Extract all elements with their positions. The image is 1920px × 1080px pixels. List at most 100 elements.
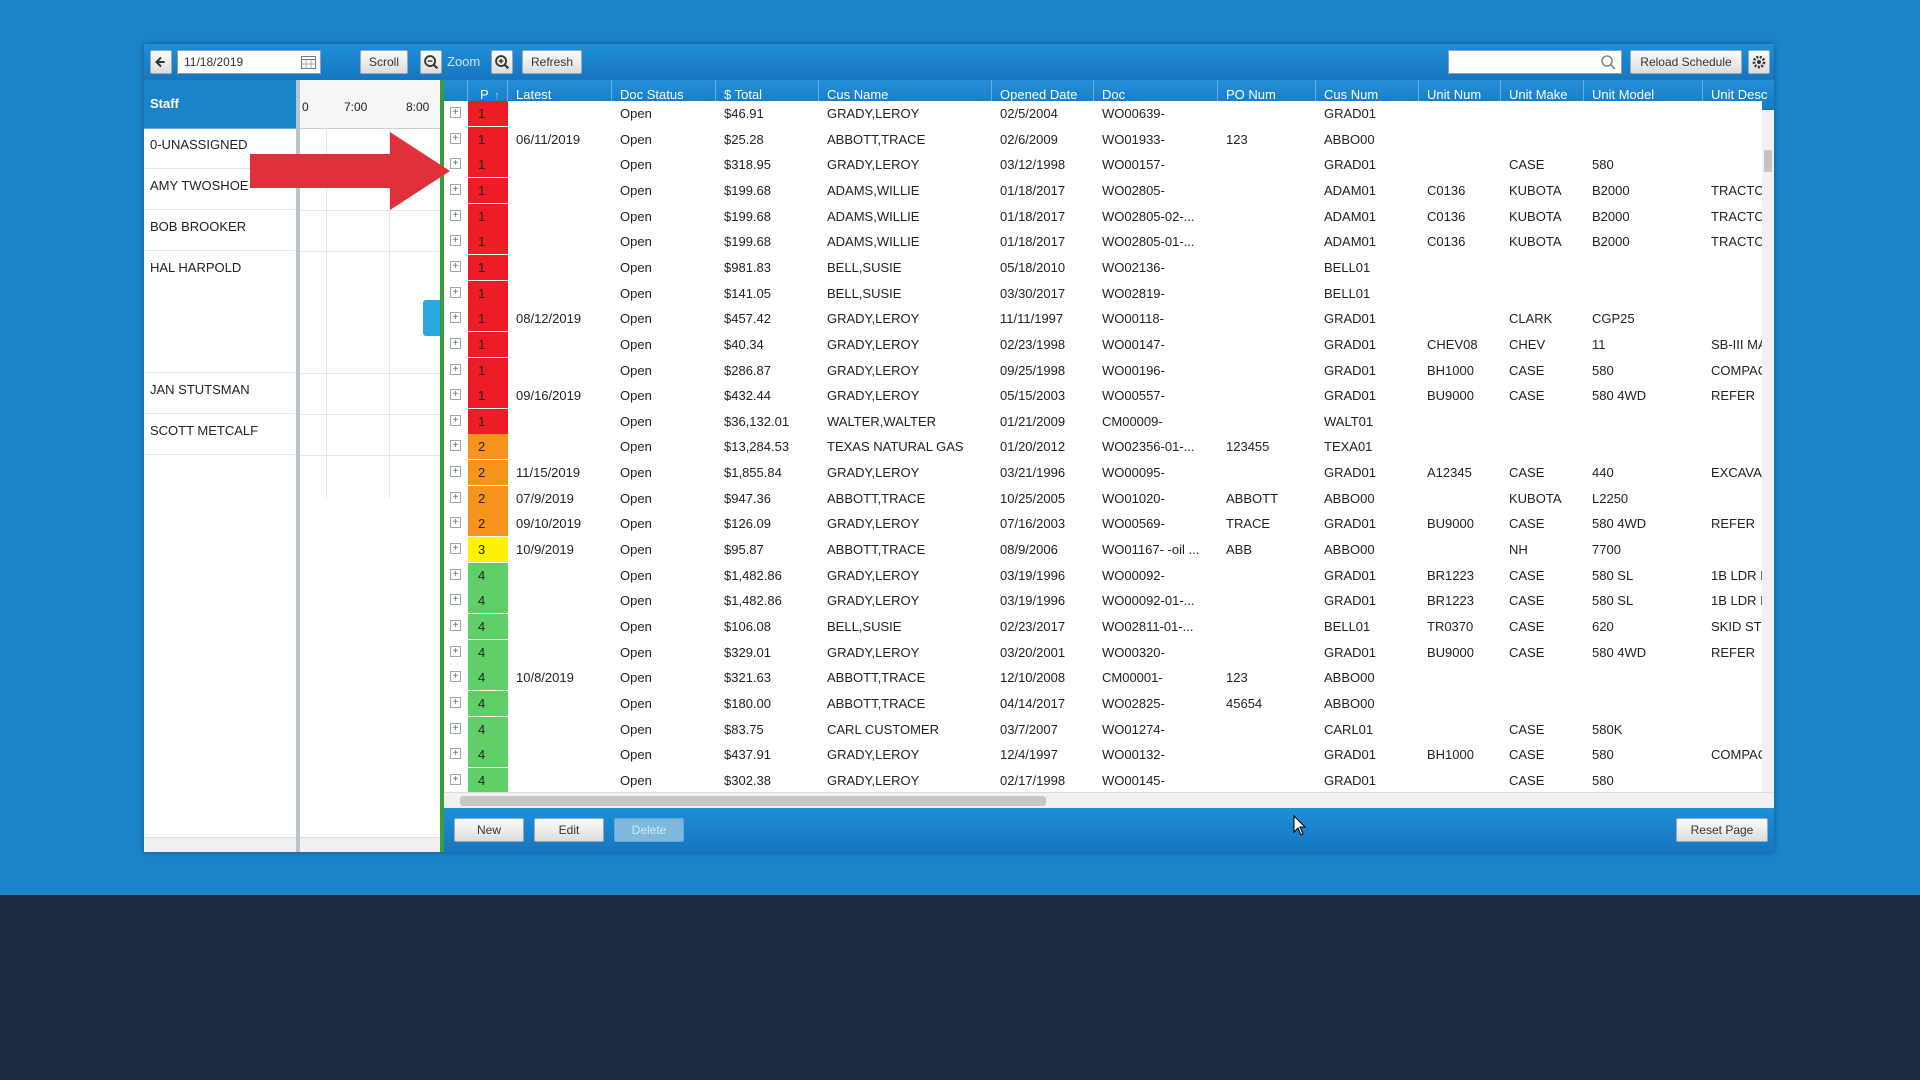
priority-cell: 4	[468, 665, 508, 691]
zoom-out-button[interactable]	[420, 50, 442, 74]
unit-model-cell: 580 4WD	[1592, 516, 1647, 532]
total-cell: $180.00	[724, 695, 771, 711]
table-row[interactable]: +4 Open $437.91 GRADY,LEROY 12/4/1997 WO00132…	[444, 742, 1762, 770]
expand-row-icon[interactable]: +	[450, 414, 461, 426]
date-input[interactable]: 11/18/2019	[177, 50, 321, 74]
priority-cell: 1	[468, 177, 508, 203]
cus-num-cell: GRAD01	[1324, 465, 1377, 481]
expand-row-icon[interactable]: +	[450, 568, 461, 580]
new-button[interactable]: New	[454, 818, 524, 842]
edit-button[interactable]: Edit	[534, 818, 604, 842]
table-row[interactable]: +4 Open $1,482.86 GRADY,LEROY 03/19/1996 WO00…	[444, 588, 1762, 616]
cus-name-cell: ADAMS,WILLIE	[827, 182, 920, 198]
arrow-left-icon	[155, 56, 165, 68]
expand-row-icon[interactable]: +	[450, 183, 461, 195]
table-row[interactable]: +1 Open $318.95 GRADY,LEROY 03/12/1998 WO0015…	[444, 152, 1762, 180]
expand-row-icon[interactable]: +	[450, 312, 461, 324]
table-row[interactable]: +1 Open $36,132.01 WALTER,WALTER 01/21/2009 C…	[444, 408, 1762, 436]
back-button[interactable]	[150, 50, 172, 74]
priority-cell: 2	[468, 434, 508, 460]
expand-row-icon[interactable]: +	[450, 620, 461, 631]
table-row[interactable]: +1 09/16/2019 Open $432.44 GRADY,LEROY 05/15/…	[444, 383, 1762, 411]
appointment-block[interactable]	[423, 300, 440, 336]
expand-row-icon[interactable]: +	[450, 491, 461, 503]
expand-row-icon[interactable]: +	[450, 363, 461, 375]
unit-make-cell: CASE	[1509, 644, 1545, 660]
expand-row-icon[interactable]: +	[450, 696, 461, 708]
table-row[interactable]: +1 06/11/2019 Open $25.28 ABBOTT,TRACE 02/6/2…	[444, 126, 1762, 154]
timeline-horizontal-scrollbar[interactable]	[300, 837, 440, 852]
table-row[interactable]: +4 Open $302.38 GRADY,LEROY 02/17/1998 WO0014…	[444, 767, 1762, 795]
search-input[interactable]	[1448, 50, 1622, 74]
expand-row-icon[interactable]: +	[450, 286, 461, 298]
grid-vertical-scrollbar[interactable]	[1762, 110, 1774, 792]
staff-row[interactable]: HAL HARPOLD	[144, 251, 296, 373]
horizontal-scroll-thumb[interactable]	[460, 796, 1046, 806]
expand-row-icon[interactable]: +	[450, 337, 461, 349]
table-row[interactable]: +4 10/8/2019 Open $321.63 ABBOTT,TRACE 12/10/…	[444, 665, 1762, 693]
expand-row-icon[interactable]: +	[450, 517, 461, 529]
unit-make-cell: CASE	[1509, 593, 1545, 609]
cus-name-cell: GRADY,LEROY	[827, 772, 920, 788]
expand-row-icon[interactable]: +	[450, 722, 461, 734]
table-row[interactable]: +1 Open $981.83 BELL,SUSIE 05/18/2010 WO02136…	[444, 254, 1762, 282]
latest-cell	[508, 255, 612, 280]
table-row[interactable]: +4 Open $329.01 GRADY,LEROY 03/20/2001 WO0032…	[444, 639, 1762, 667]
table-row[interactable]: +4 Open $180.00 ABBOTT,TRACE 04/14/2017 WO028…	[444, 690, 1762, 718]
table-row[interactable]: +2 Open $13,284.53 TEXAS NATURAL GAS 01/20/2…	[444, 434, 1762, 462]
table-row[interactable]: +2 11/15/2019 Open $1,855.84 GRADY,LEROY 03/2…	[444, 460, 1762, 488]
expand-row-icon[interactable]: +	[450, 645, 461, 657]
staff-row[interactable]: BOB BROOKER	[144, 210, 296, 251]
table-row[interactable]: +1 Open $40.34 GRADY,LEROY 02/23/1998 WO00147…	[444, 331, 1762, 359]
expand-row-icon[interactable]: +	[450, 260, 461, 272]
scroll-button[interactable]: Scroll	[360, 50, 408, 74]
expand-row-icon[interactable]: +	[450, 107, 461, 118]
expand-row-icon[interactable]: +	[450, 158, 461, 170]
expand-row-icon[interactable]: +	[450, 543, 461, 555]
expand-row-icon[interactable]: +	[450, 671, 461, 683]
expand-row-icon[interactable]: +	[450, 132, 461, 144]
staff-horizontal-scrollbar[interactable]	[144, 837, 296, 852]
expand-row-icon[interactable]: +	[450, 440, 461, 452]
po-num-cell: ABB	[1226, 542, 1253, 558]
doc-status-cell: Open	[620, 311, 652, 327]
latest-cell	[508, 229, 612, 254]
table-row[interactable]: +4 Open $106.08 BELL,SUSIE 02/23/2017 WO02811…	[444, 614, 1762, 641]
expand-row-icon[interactable]: +	[450, 466, 461, 478]
reload-schedule-button[interactable]: Reload Schedule	[1630, 50, 1742, 74]
settings-button[interactable]	[1748, 50, 1770, 74]
expand-row-icon[interactable]: +	[450, 773, 461, 785]
calendar-icon[interactable]	[301, 55, 316, 69]
reset-page-button[interactable]: Reset Page	[1676, 818, 1768, 842]
delete-button[interactable]: Delete	[614, 818, 684, 842]
table-row[interactable]: +1 Open $141.05 BELL,SUSIE 03/30/2017 WO02819…	[444, 280, 1762, 308]
expand-row-icon[interactable]: +	[450, 235, 461, 247]
refresh-button[interactable]: Refresh	[522, 50, 582, 74]
expand-row-icon[interactable]: +	[450, 389, 461, 401]
expand-row-icon[interactable]: +	[450, 748, 461, 760]
expand-row-icon[interactable]: +	[450, 209, 461, 221]
staff-row[interactable]: JAN STUTSMAN	[144, 373, 296, 414]
expand-row-icon[interactable]: +	[450, 594, 461, 606]
vertical-scroll-thumb[interactable]	[1764, 150, 1772, 172]
table-row[interactable]: +1 Open $286.87 GRADY,LEROY 09/25/1998 WO0019…	[444, 357, 1762, 385]
table-row[interactable]: +1 08/12/2019 Open $457.42 GRADY,LEROY 11/11/…	[444, 306, 1762, 334]
table-row[interactable]: +3 10/9/2019 Open $95.87 ABBOTT,TRACE 08/9/20…	[444, 537, 1762, 565]
unit-num-cell: C0136	[1427, 208, 1466, 224]
grid-horizontal-scrollbar[interactable]	[444, 792, 1774, 808]
table-row[interactable]: +1 Open $199.68 ADAMS,WILLIE 01/18/2017 WO028…	[444, 177, 1762, 205]
zoom-in-button[interactable]	[491, 50, 513, 74]
po-num-cell	[1218, 204, 1316, 229]
cus-num-cell: GRAD01	[1324, 311, 1377, 327]
table-row[interactable]: +2 09/10/2019 Open $126.09 GRADY,LEROY 07/16/…	[444, 511, 1762, 539]
table-row[interactable]: +1 Open $46.91 GRADY,LEROY 02/5/2004 WO00639-…	[444, 101, 1762, 128]
table-row[interactable]: +2 07/9/2019 Open $947.36 ABBOTT,TRACE 10/25/…	[444, 485, 1762, 513]
table-row[interactable]: +1 Open $199.68 ADAMS,WILLIE 01/18/2017 WO028…	[444, 229, 1762, 257]
table-row[interactable]: +1 Open $199.68 ADAMS,WILLIE 01/18/2017 WO028…	[444, 203, 1762, 231]
opened-date-cell: 09/25/1998	[1000, 362, 1066, 378]
staff-row[interactable]: SCOTT METCALF	[144, 414, 296, 455]
table-row[interactable]: +4 Open $83.75 CARL CUSTOMER 03/7/2007 WO0127…	[444, 716, 1762, 744]
table-row[interactable]: +4 Open $1,482.86 GRADY,LEROY 03/19/1996 WO00…	[444, 562, 1762, 590]
search-icon[interactable]	[1600, 54, 1617, 71]
cus-num-cell: BELL01	[1324, 285, 1371, 301]
